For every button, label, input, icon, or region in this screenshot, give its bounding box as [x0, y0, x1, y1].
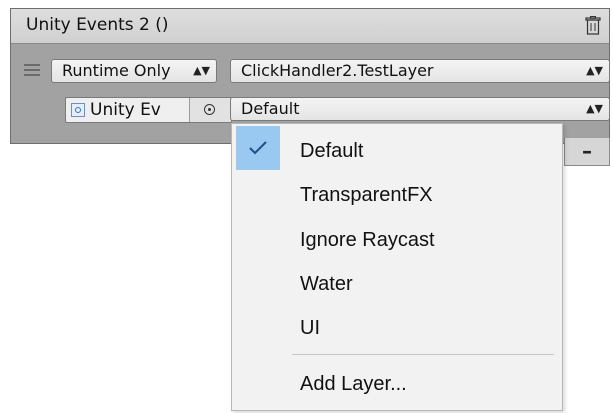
- updown-arrows-icon: ▲▼: [586, 102, 603, 115]
- runtime-mode-dropdown[interactable]: Runtime Only ▲▼: [51, 59, 217, 83]
- layer-dropdown-menu: Default TransparentFX Ignore Raycast Wat…: [231, 123, 563, 411]
- target-object-field[interactable]: Unity Ev: [65, 97, 232, 123]
- menu-item-default[interactable]: Default: [232, 133, 562, 169]
- menu-item-water[interactable]: Water: [232, 266, 562, 302]
- menu-item-ignore-raycast[interactable]: Ignore Raycast: [232, 222, 562, 258]
- updown-arrows-icon: ▲▼: [586, 64, 603, 77]
- object-picker-icon[interactable]: [189, 98, 231, 122]
- layer-dropdown[interactable]: Default ▲▼: [230, 97, 610, 121]
- function-label: ClickHandler2.TestLayer: [241, 61, 434, 80]
- target-object-label: Unity Ev: [90, 100, 161, 120]
- runtime-mode-label: Runtime Only: [62, 61, 171, 80]
- menu-separator: [292, 354, 554, 355]
- trash-icon[interactable]: [585, 16, 601, 35]
- menu-item-add-layer[interactable]: Add Layer...: [232, 366, 562, 402]
- event-header: Unity Events 2 (): [11, 9, 609, 44]
- menu-item-ui[interactable]: UI: [232, 310, 562, 346]
- script-object-icon: [71, 103, 85, 117]
- updown-arrows-icon: ▲▼: [193, 64, 210, 77]
- drag-handle-icon[interactable]: [24, 64, 40, 76]
- layer-value: Default: [241, 99, 300, 118]
- remove-event-button[interactable]: –: [564, 138, 610, 166]
- menu-item-transparentfx[interactable]: TransparentFX: [232, 177, 562, 213]
- event-title: Unity Events 2 (): [26, 15, 169, 35]
- function-dropdown[interactable]: ClickHandler2.TestLayer ▲▼: [230, 59, 610, 83]
